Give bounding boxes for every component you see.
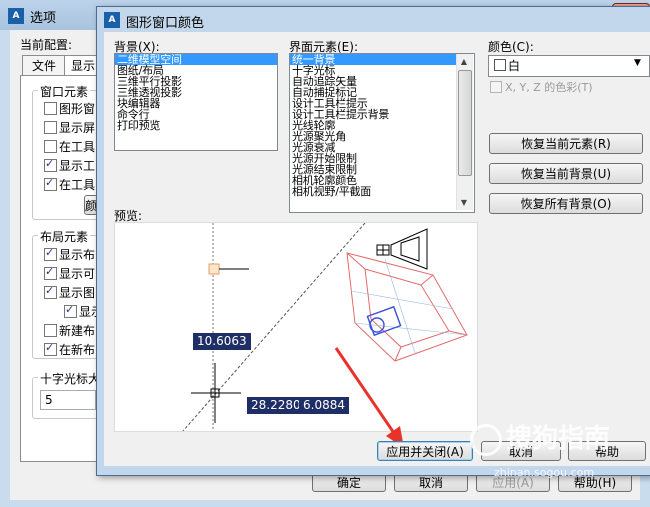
layout-element-checkbox[interactable] [44, 341, 57, 356]
window-element-checkbox[interactable] [44, 176, 57, 191]
preview-grid-line [384, 258, 416, 354]
crosshair-size-input[interactable]: 5 [40, 390, 96, 410]
watermark-url: zhinan.sogou.com [494, 466, 595, 479]
layout-element-label: 显示布 [59, 248, 96, 262]
chevron-down-icon[interactable]: ▼ [634, 58, 641, 68]
dialog-title: 图形窗口颜色 [126, 16, 205, 31]
window-element-label: 在工具 [59, 140, 96, 154]
layout-element-label: 在新布 [59, 343, 96, 357]
preview-3d-edge [420, 274, 434, 286]
scroll-thumb[interactable] [458, 70, 472, 176]
autocad-app-icon: A [8, 8, 24, 24]
ui-element-list-item[interactable]: 相机视野/平截面 [290, 186, 457, 197]
layout-element-checkbox[interactable] [44, 265, 57, 280]
ui-element-list[interactable]: 统一背景 十字光标 自动追踪矢量 自动捕捉标记 设计工具栏提示 设计工具栏提示背景 光线轮廓… [289, 53, 475, 213]
preview-snap-marker [208, 263, 220, 275]
preview-area: 10.6063 28.2280 6.0884 [114, 222, 478, 432]
layout-element-label: 显示图 [59, 286, 96, 300]
layout-element-checkbox[interactable] [44, 324, 57, 337]
window-element-checkbox[interactable] [44, 157, 57, 172]
background-list-item[interactable]: 打印预览 [115, 120, 277, 131]
color-value: 白 [508, 59, 521, 73]
window-element-label: 在工具 [59, 178, 96, 192]
xyz-tint-checkbox[interactable] [490, 81, 502, 93]
scroll-up-icon[interactable]: ▲ [456, 55, 472, 69]
color-swatch [494, 59, 506, 71]
dialog-app-icon: A [104, 12, 120, 28]
camera-frustum-icon [400, 236, 420, 262]
preview-3d-edge [448, 330, 468, 336]
options-title: 选项 [30, 11, 57, 26]
background-list[interactable]: 二维模型空间 图纸/布局 三维平行投影 三维透视投影 块编辑器 命令行 打印预览 [114, 53, 278, 151]
window-element-label: 显示工 [59, 159, 96, 173]
annotation-arrow [334, 347, 404, 448]
window-element-label: 图形窗 [59, 102, 96, 116]
layout-element-checkbox[interactable] [64, 303, 77, 318]
layout-elements-title: 布局元素 [38, 228, 91, 245]
window-elements-title: 窗口元素 [38, 83, 91, 100]
apply-and-close-button[interactable]: 应用并关闭(A) [377, 441, 473, 461]
preview-length-tooltip: 10.6063 [193, 333, 251, 350]
preview-x-tooltip: 28.2280 [247, 397, 305, 414]
window-element-checkbox[interactable] [44, 102, 57, 115]
layout-element-label: 显示 [79, 305, 97, 319]
watermark-logo: 搜狗指南 [470, 418, 610, 456]
crosshair-size-title: 十字光标大 [38, 370, 103, 387]
watermark-text: 搜狗指南 [506, 424, 611, 454]
layout-element-label: 新建布 [59, 324, 96, 338]
xyz-tint-label: X, Y, Z 的色彩(T) [505, 81, 593, 94]
camera-frustum-icon [390, 228, 428, 270]
restore-all-backgrounds-button[interactable]: 恢复所有背景(O) [489, 193, 643, 214]
arrow-shaft [334, 347, 398, 437]
layout-element-checkbox[interactable] [44, 246, 57, 261]
layout-element-checkbox[interactable] [44, 284, 57, 299]
color-label: 颜色(C): [488, 40, 534, 54]
window-element-label: 显示屏 [59, 121, 96, 135]
scroll-down-icon[interactable]: ▼ [456, 196, 472, 210]
restore-current-background-button[interactable]: 恢复当前背景(U) [489, 163, 643, 184]
preview-grid-line [350, 290, 454, 310]
current-config-label: 当前配置: [20, 38, 73, 52]
window-element-checkbox[interactable] [44, 121, 57, 134]
layout-element-label: 显示可 [59, 267, 96, 281]
restore-current-element-button[interactable]: 恢复当前元素(R) [489, 133, 643, 154]
tab-file[interactable]: 文件 [22, 55, 66, 76]
window-element-checkbox[interactable] [44, 140, 57, 153]
sogou-logo-icon [470, 423, 502, 456]
